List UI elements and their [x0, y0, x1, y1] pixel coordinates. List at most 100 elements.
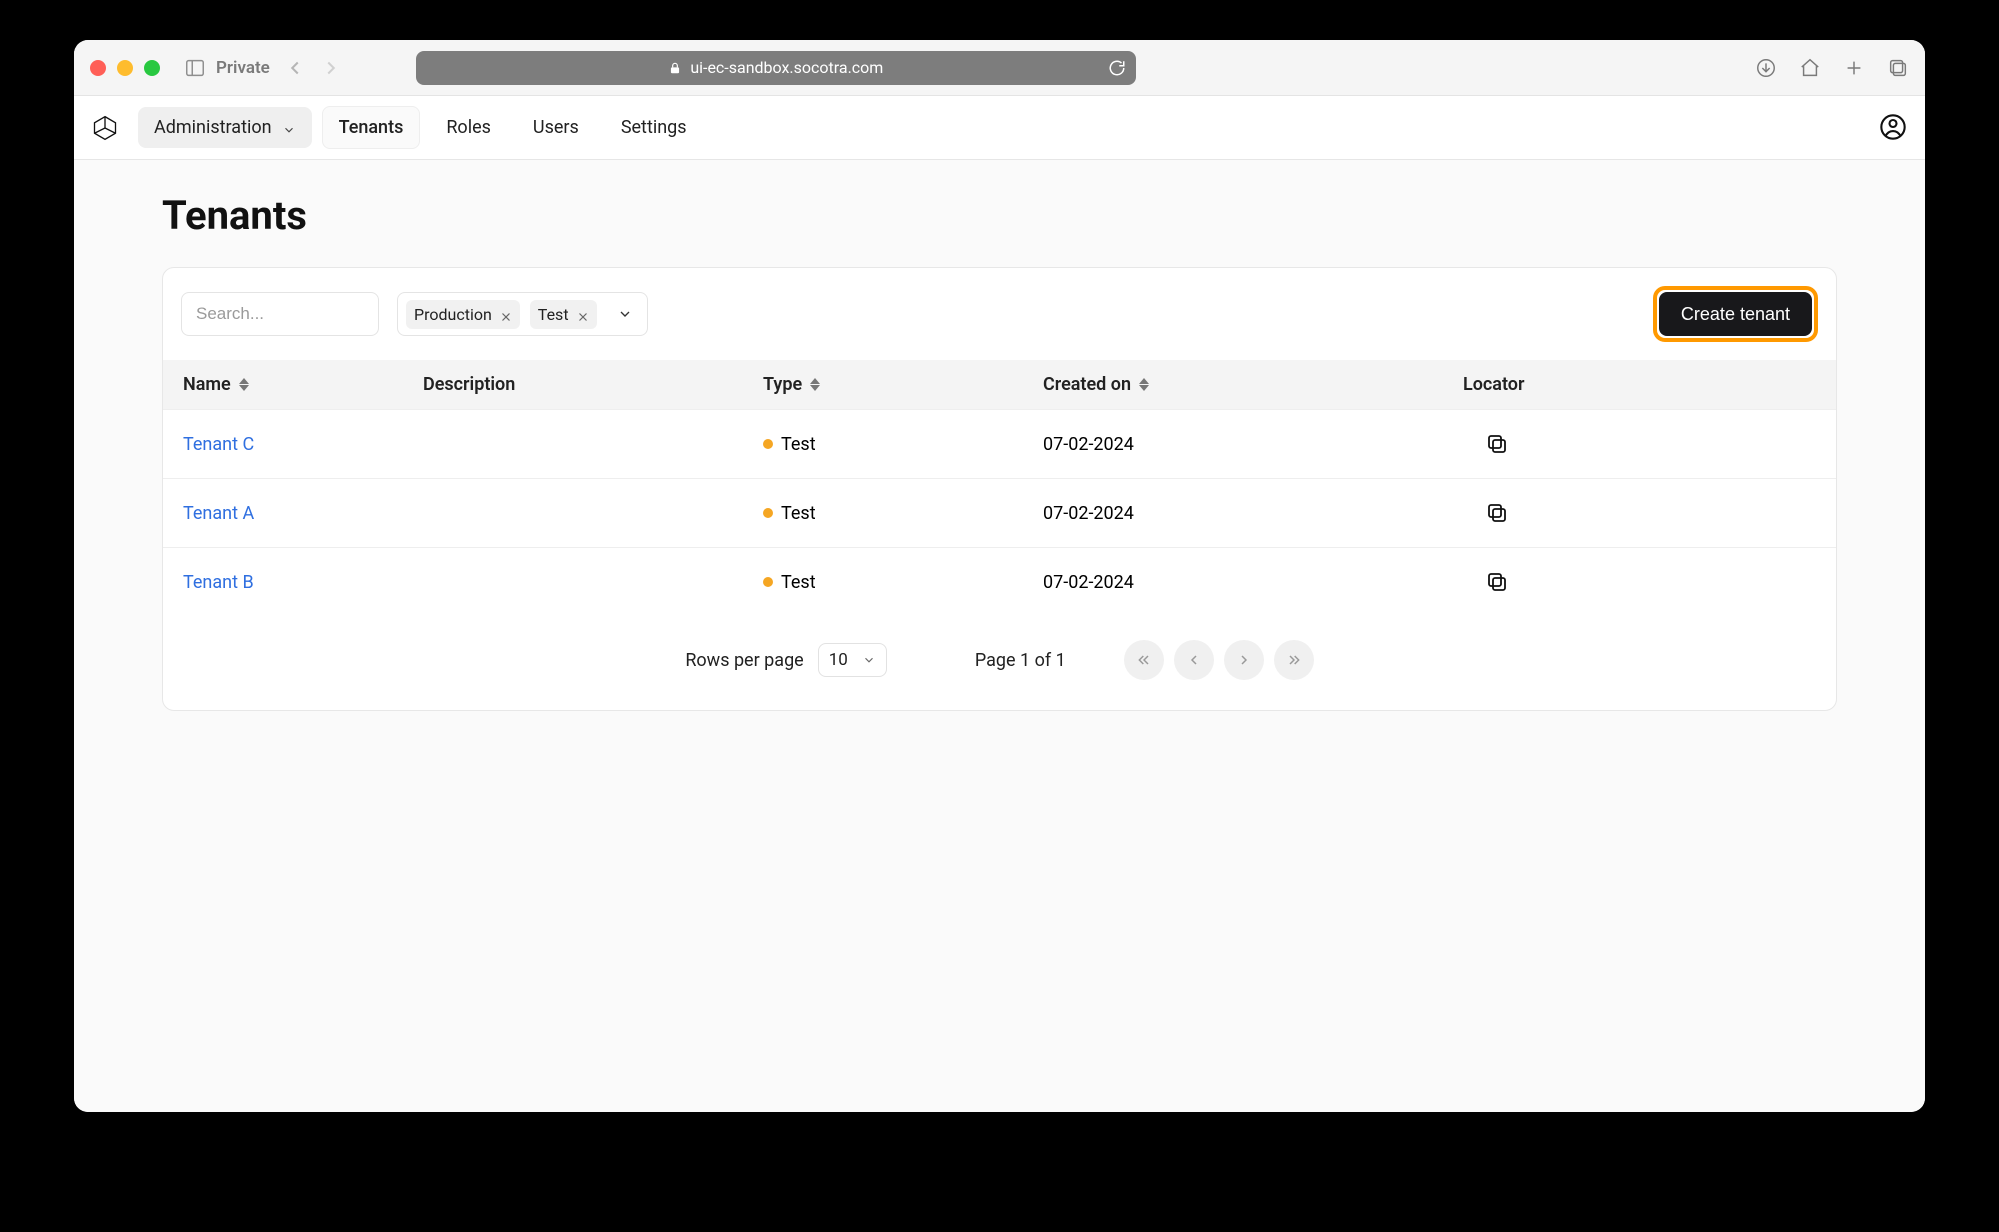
rows-per-page: Rows per page 10 — [685, 643, 887, 677]
lock-icon — [668, 61, 682, 75]
account-menu-button[interactable] — [1879, 113, 1909, 143]
th-locator: Locator — [1463, 374, 1816, 395]
back-button[interactable] — [284, 57, 306, 79]
tenant-link[interactable]: Tenant C — [183, 434, 254, 455]
page-content: Tenants Production Test — [74, 160, 1925, 1112]
rows-per-page-select[interactable]: 10 — [818, 643, 887, 677]
rows-per-page-value: 10 — [829, 650, 848, 670]
tenant-type-cell: Test — [763, 503, 1043, 524]
tenant-type-label: Test — [781, 434, 816, 455]
nav-tab-roles[interactable]: Roles — [430, 107, 507, 148]
close-window-button[interactable] — [90, 60, 106, 76]
filter-dropdown-toggle[interactable] — [613, 302, 637, 326]
table-row: Tenant B Test 07-02-2024 — [163, 547, 1836, 616]
sort-icon — [239, 378, 249, 391]
forward-button[interactable] — [320, 57, 342, 79]
create-tenant-button[interactable]: Create tenant — [1659, 292, 1812, 336]
th-created[interactable]: Created on — [1043, 374, 1463, 395]
filter-chip-test-label: Test — [538, 305, 569, 324]
tenant-type-label: Test — [781, 503, 816, 524]
th-name[interactable]: Name — [183, 374, 423, 395]
nav-tab-settings[interactable]: Settings — [605, 107, 703, 148]
page-info: Page 1 of 1 — [975, 650, 1066, 671]
page-title: Tenants — [162, 192, 1837, 239]
pager-next-button[interactable] — [1224, 640, 1264, 680]
downloads-icon[interactable] — [1755, 57, 1777, 79]
sidebar-toggle-icon[interactable] — [184, 57, 206, 79]
status-dot-icon — [763, 508, 773, 518]
sort-icon — [810, 378, 820, 391]
pager — [1124, 640, 1314, 680]
search-input[interactable] — [181, 292, 379, 336]
filter-chip-production[interactable]: Production — [406, 300, 520, 329]
nav-administration[interactable]: Administration — [138, 107, 312, 148]
status-dot-icon — [763, 577, 773, 587]
tenant-created-cell: 07-02-2024 — [1043, 434, 1463, 455]
tenant-link[interactable]: Tenant B — [183, 572, 254, 593]
private-label: Private — [216, 58, 270, 78]
tenants-card: Production Test Create tenant — [162, 267, 1837, 711]
tenant-created-cell: 07-02-2024 — [1043, 572, 1463, 593]
tenant-type-cell: Test — [763, 434, 1043, 455]
sort-icon — [1139, 378, 1149, 391]
th-created-label: Created on — [1043, 374, 1131, 395]
th-type-label: Type — [763, 374, 802, 395]
toolbar: Production Test Create tenant — [163, 268, 1836, 360]
tenant-locator-cell — [1463, 499, 1816, 527]
app-logo[interactable] — [90, 113, 120, 143]
remove-filter-production-icon[interactable] — [500, 308, 512, 320]
refresh-icon[interactable] — [1108, 59, 1126, 77]
chevron-down-icon — [282, 121, 296, 135]
minimize-window-button[interactable] — [117, 60, 133, 76]
nav-tab-roles-label: Roles — [446, 117, 491, 138]
tenant-created-cell: 07-02-2024 — [1043, 503, 1463, 524]
rows-per-page-label: Rows per page — [685, 650, 803, 671]
url-text: ui-ec-sandbox.socotra.com — [690, 58, 883, 77]
tab-overview-icon[interactable] — [1887, 57, 1909, 79]
filter-group: Production Test — [397, 292, 648, 336]
th-name-label: Name — [183, 374, 231, 395]
table-row: Tenant C Test 07-02-2024 — [163, 409, 1836, 478]
url-bar[interactable]: ui-ec-sandbox.socotra.com — [416, 51, 1136, 85]
pager-prev-button[interactable] — [1174, 640, 1214, 680]
tenant-name-cell: Tenant B — [183, 572, 423, 593]
titlebar-right — [1755, 57, 1909, 79]
filter-chip-test[interactable]: Test — [530, 300, 597, 329]
copy-locator-button[interactable] — [1483, 430, 1511, 458]
titlebar: Private ui-ec-sandbox.socotra.com — [74, 40, 1925, 96]
table-footer: Rows per page 10 Page 1 of 1 — [163, 616, 1836, 710]
tenant-link[interactable]: Tenant A — [183, 503, 254, 524]
home-icon[interactable] — [1799, 57, 1821, 79]
filter-chip-production-label: Production — [414, 305, 492, 324]
tenant-type-cell: Test — [763, 572, 1043, 593]
th-locator-label: Locator — [1463, 374, 1524, 395]
table-header: Name Description Type — [163, 360, 1836, 409]
th-description-label: Description — [423, 374, 515, 395]
tenant-locator-cell — [1463, 430, 1816, 458]
tenant-type-label: Test — [781, 572, 816, 593]
remove-filter-test-icon[interactable] — [577, 308, 589, 320]
nav-tab-users-label: Users — [533, 117, 579, 138]
nav-tab-users[interactable]: Users — [517, 107, 595, 148]
tenant-name-cell: Tenant A — [183, 503, 423, 524]
chevron-down-icon — [862, 653, 876, 667]
pager-first-button[interactable] — [1124, 640, 1164, 680]
th-type[interactable]: Type — [763, 374, 1043, 395]
tenant-name-cell: Tenant C — [183, 434, 423, 455]
table-row: Tenant A Test 07-02-2024 — [163, 478, 1836, 547]
pager-last-button[interactable] — [1274, 640, 1314, 680]
status-dot-icon — [763, 439, 773, 449]
nav-tab-settings-label: Settings — [621, 117, 687, 138]
traffic-lights — [90, 60, 160, 76]
copy-locator-button[interactable] — [1483, 499, 1511, 527]
th-description: Description — [423, 374, 763, 395]
browser-window: Private ui-ec-sandbox.socotra.com — [74, 40, 1925, 1112]
nav-tab-tenants-label: Tenants — [339, 117, 404, 138]
create-tenant-highlight: Create tenant — [1653, 286, 1818, 342]
new-tab-icon[interactable] — [1843, 57, 1865, 79]
maximize-window-button[interactable] — [144, 60, 160, 76]
copy-locator-button[interactable] — [1483, 568, 1511, 596]
app-nav: Administration Tenants Roles Users Setti… — [74, 96, 1925, 160]
nav-tab-tenants[interactable]: Tenants — [322, 106, 421, 149]
tenant-locator-cell — [1463, 568, 1816, 596]
